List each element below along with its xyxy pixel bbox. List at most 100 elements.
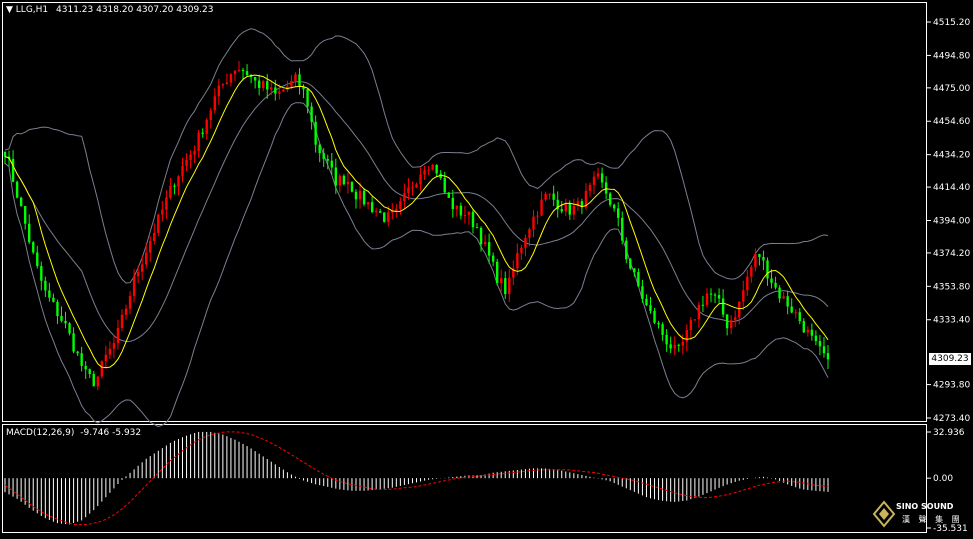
candle-body: [758, 254, 761, 257]
candle-body: [798, 312, 801, 322]
candle-body: [157, 214, 160, 233]
candle-body: [411, 187, 414, 189]
candle-body: [161, 209, 164, 215]
candle-body: [362, 190, 366, 205]
candle-body: [314, 121, 317, 145]
candle-body: [253, 77, 257, 81]
candle-body: [19, 197, 23, 206]
price-tick-label: 4374.20: [933, 249, 970, 259]
candle-body: [136, 271, 140, 277]
price-tick-label: 4293.80: [933, 381, 970, 391]
fast-ma-line: [4, 74, 829, 369]
candle-body: [72, 333, 75, 352]
candle-body: [298, 74, 301, 87]
candle-body: [322, 153, 325, 159]
candle-body: [92, 374, 95, 387]
candle-body: [685, 330, 688, 342]
candle-body: [278, 91, 281, 94]
candle-body: [435, 164, 438, 174]
candle-body: [225, 82, 229, 85]
candle-body: [173, 185, 176, 187]
candle-body: [612, 204, 616, 209]
candle-body: [693, 319, 697, 321]
candle-body: [149, 240, 152, 253]
candle-body: [495, 261, 499, 284]
candle-body: [738, 301, 741, 318]
candle-body: [802, 321, 805, 333]
candle-body: [778, 287, 781, 299]
candle-body: [237, 69, 241, 71]
candle-body: [128, 295, 132, 309]
candle-body: [145, 252, 148, 265]
price-tick-label: 4454.60: [933, 117, 970, 127]
candle-body: [221, 84, 225, 86]
candle-body: [487, 242, 491, 256]
candle-body: [266, 81, 269, 90]
logo-diamond-icon: [872, 500, 896, 528]
candle-body: [383, 212, 386, 222]
candle-body: [790, 306, 793, 313]
macd-tick-label: 32.936: [933, 428, 965, 438]
candle-body: [310, 106, 313, 122]
candle-body: [826, 353, 830, 360]
candle-body: [48, 290, 51, 298]
candle-body: [427, 169, 430, 171]
candle-body: [483, 242, 487, 245]
middle-band: [4, 81, 829, 343]
bollinger-bands: [4, 28, 829, 428]
candle-body: [387, 212, 390, 222]
candle-body: [641, 286, 644, 299]
candle-body: [762, 256, 765, 261]
candle-body: [132, 276, 136, 296]
candle-body: [637, 272, 640, 287]
candle-body: [746, 276, 749, 291]
candle-body: [645, 298, 648, 306]
candle-body: [318, 144, 321, 154]
candle-body: [725, 314, 729, 329]
candle-body: [44, 280, 47, 291]
candle-body: [165, 197, 168, 210]
candle-body: [64, 320, 67, 324]
candle-body: [713, 294, 717, 296]
candle-body: [592, 176, 596, 185]
candle-body: [475, 227, 479, 229]
upper-band: [4, 28, 829, 284]
candle-body: [80, 353, 83, 366]
candle-body: [544, 193, 547, 200]
candle-body: [661, 324, 664, 335]
candle-body: [504, 278, 507, 295]
candle-body: [754, 254, 757, 268]
candle-body: [36, 252, 39, 267]
candle-body: [568, 204, 572, 215]
candle-body: [491, 255, 495, 262]
price-tick-label: 4434.20: [933, 151, 970, 161]
candle-body: [633, 268, 636, 273]
candle-body: [209, 110, 212, 120]
macd-tick-label: 0.00: [933, 474, 953, 484]
candle-body: [794, 312, 797, 314]
candle-body: [96, 376, 99, 387]
candle-body: [189, 154, 192, 160]
candle-body: [621, 217, 624, 241]
candle-body: [806, 329, 810, 333]
candle-body: [786, 296, 789, 307]
candle-body: [459, 205, 463, 216]
candle-body: [88, 369, 91, 375]
chart-window: 4515.20 4494.80 4475.00 4454.60 4434.20 4414.…: [0, 0, 973, 536]
dropdown-arrow-icon[interactable]: ▼: [6, 5, 13, 15]
candle-body: [774, 282, 777, 288]
chart-canvas: 4515.20 4494.80 4475.00 4454.60 4434.20 4414.…: [2, 2, 970, 534]
candle-body: [677, 344, 680, 346]
candle-body: [108, 348, 112, 355]
candle-body: [467, 211, 471, 216]
candle-body: [116, 327, 120, 344]
candle-body: [709, 293, 713, 295]
candle-body: [463, 215, 467, 217]
candle-body: [705, 293, 709, 305]
candle-body: [604, 182, 608, 194]
candle-body: [532, 216, 535, 230]
candle-body: [217, 85, 221, 97]
candle-body: [721, 298, 725, 315]
candle-body: [76, 351, 79, 354]
candle-body: [689, 319, 693, 331]
